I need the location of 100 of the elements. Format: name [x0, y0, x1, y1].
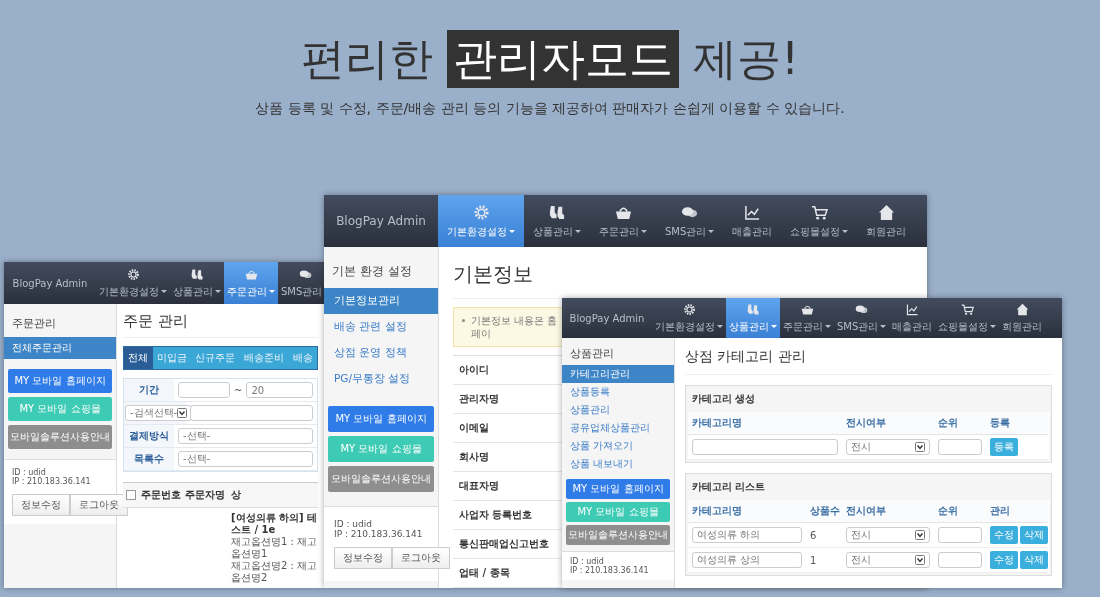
- account-button[interactable]: 로그아웃: [70, 494, 128, 516]
- nav-tab[interactable]: 쇼핑몰설정: [781, 195, 858, 247]
- cart-icon: [810, 203, 828, 221]
- filter-label: 목록수: [124, 448, 174, 470]
- sidebar-item[interactable]: 상점 운영 정책: [324, 340, 438, 366]
- column-header: 상: [230, 488, 242, 502]
- headline-text: 편리한: [301, 32, 434, 86]
- date-field[interactable]: 20: [246, 382, 313, 398]
- product-text: 재고옵션명1 : 재고옵션명1: [231, 536, 318, 560]
- action-button[interactable]: 삭제: [1020, 526, 1048, 544]
- search-field[interactable]: [190, 405, 313, 421]
- promo-button[interactable]: MY 모바일 홈페이지: [328, 406, 434, 432]
- search-select[interactable]: -검색선택-: [125, 405, 193, 421]
- status-tab[interactable]: 미입금: [152, 347, 192, 369]
- action-button[interactable]: 수정: [990, 551, 1018, 569]
- sidebar-item[interactable]: 상품 가져오기: [562, 437, 674, 455]
- nav-tab[interactable]: 상품관리: [726, 298, 780, 338]
- panel-title: 카테고리 리스트: [691, 480, 767, 494]
- nav-tab[interactable]: 기본환경설정: [652, 298, 726, 338]
- sidebar-item[interactable]: 배송 관련 설정: [324, 314, 438, 340]
- sidebar-item[interactable]: 전체주문관리: [4, 337, 116, 359]
- account-ip: IP : 210.183.36.141: [334, 529, 424, 539]
- promo-button[interactable]: 모바일솔루션사용안내: [8, 425, 112, 449]
- sidebar-item[interactable]: 기본정보관리: [324, 288, 438, 314]
- nav-tab[interactable]: 주문관리: [780, 298, 834, 338]
- sidebar-item[interactable]: PG/무통장 설정: [324, 366, 438, 392]
- select-field[interactable]: 전시: [846, 527, 930, 543]
- nav-tab[interactable]: 회원관리: [857, 195, 916, 247]
- sidebar-item[interactable]: 카테고리관리: [562, 365, 674, 383]
- socks-icon: [190, 267, 204, 281]
- status-tab[interactable]: 배송: [288, 347, 317, 369]
- select-field[interactable]: -선택-: [178, 451, 313, 467]
- account-ip: IP : 210.183.36.141: [12, 477, 92, 486]
- select-field[interactable]: -선택-: [178, 428, 313, 444]
- input-field[interactable]: [692, 439, 838, 455]
- sidebar-item[interactable]: 상품 내보내기: [562, 455, 674, 473]
- nav-tab[interactable]: 주문관리: [224, 262, 278, 304]
- filter-label: 결제방식: [124, 425, 174, 447]
- input-field[interactable]: 여성의류 상의: [692, 552, 802, 568]
- filter-label: 기간: [124, 379, 174, 401]
- nav-tab[interactable]: 상품관리: [524, 195, 590, 247]
- headline-highlight: 관리자모드: [447, 30, 680, 88]
- input-field[interactable]: [938, 439, 982, 455]
- house-icon: [1015, 302, 1029, 316]
- caret-icon: [771, 325, 777, 328]
- column-header: 카테고리명: [688, 412, 842, 435]
- column-header: 순위: [934, 500, 986, 523]
- checkbox[interactable]: [126, 490, 136, 500]
- nav-tab[interactable]: 기본환경설정: [96, 262, 170, 304]
- promo-button[interactable]: 모바일솔루션사용안내: [328, 466, 434, 492]
- account-id: ID : udid: [12, 468, 47, 477]
- nav-tab[interactable]: 매출관리: [723, 195, 782, 247]
- status-tab[interactable]: 전체: [124, 347, 153, 369]
- nav-tab[interactable]: 상품관리: [170, 262, 224, 304]
- input-field[interactable]: [938, 552, 982, 568]
- input-field[interactable]: [938, 527, 982, 543]
- brand-name: BlogPay Admin: [11, 276, 89, 291]
- promo-button[interactable]: MY 모바일 홈페이지: [8, 369, 112, 393]
- dropdown-arrow-icon: [915, 442, 925, 452]
- promo-button[interactable]: 모바일솔루션사용안내: [566, 525, 670, 545]
- socks-icon: [746, 302, 760, 316]
- account-button[interactable]: 정보수정: [12, 494, 70, 516]
- caret-icon: [509, 230, 515, 233]
- caret-icon: [641, 230, 647, 233]
- account-button[interactable]: 정보수정: [334, 547, 392, 569]
- nav-tab[interactable]: SMS관리: [834, 298, 890, 338]
- sidebar-title: 기본 환경 설정: [331, 263, 413, 280]
- date-field[interactable]: [178, 382, 230, 398]
- column-header: 주문자명: [184, 488, 226, 502]
- nav-tab[interactable]: 쇼핑몰설정: [935, 298, 1000, 338]
- column-header: 주문번호: [140, 488, 182, 502]
- select-field[interactable]: 전시: [846, 439, 930, 455]
- sidebar-item[interactable]: 공유업체상품관리: [562, 419, 674, 437]
- sidebar-item[interactable]: 상품등록: [562, 383, 674, 401]
- account-button[interactable]: 로그아웃: [392, 547, 450, 569]
- action-button[interactable]: 등록: [990, 438, 1018, 456]
- dropdown-arrow-icon: [915, 555, 925, 565]
- caret-icon: [161, 290, 167, 293]
- nav-tab[interactable]: SMS관리: [656, 195, 724, 247]
- nav-tab[interactable]: 기본환경설정: [438, 195, 524, 247]
- status-tab[interactable]: 신규주문: [191, 347, 240, 369]
- input-field[interactable]: 여성의류 하의: [692, 527, 802, 543]
- brand-name: BlogPay Admin: [335, 213, 427, 230]
- sidebar-title: 주문관리: [11, 316, 57, 332]
- action-button[interactable]: 수정: [990, 526, 1018, 544]
- socks-icon: [548, 203, 566, 221]
- nav-tab[interactable]: 주문관리: [590, 195, 656, 247]
- column-header: 상품수: [806, 500, 842, 523]
- nav-tab[interactable]: 매출관리: [889, 298, 936, 338]
- select-field[interactable]: 전시: [846, 552, 930, 568]
- column-header: 전시여부: [842, 412, 934, 435]
- range-separator: ~: [234, 384, 243, 396]
- account-ip: IP : 210.183.36.141: [570, 566, 650, 575]
- status-tab[interactable]: 배송준비: [239, 347, 289, 369]
- nav-tab[interactable]: 회원관리: [999, 298, 1046, 338]
- promo-button[interactable]: MY 모바일 홈페이지: [566, 479, 670, 499]
- column-header: 순위: [934, 412, 986, 435]
- sidebar-item[interactable]: 상품관리: [562, 401, 674, 419]
- caret-icon: [880, 325, 887, 328]
- action-button[interactable]: 삭제: [1020, 551, 1048, 569]
